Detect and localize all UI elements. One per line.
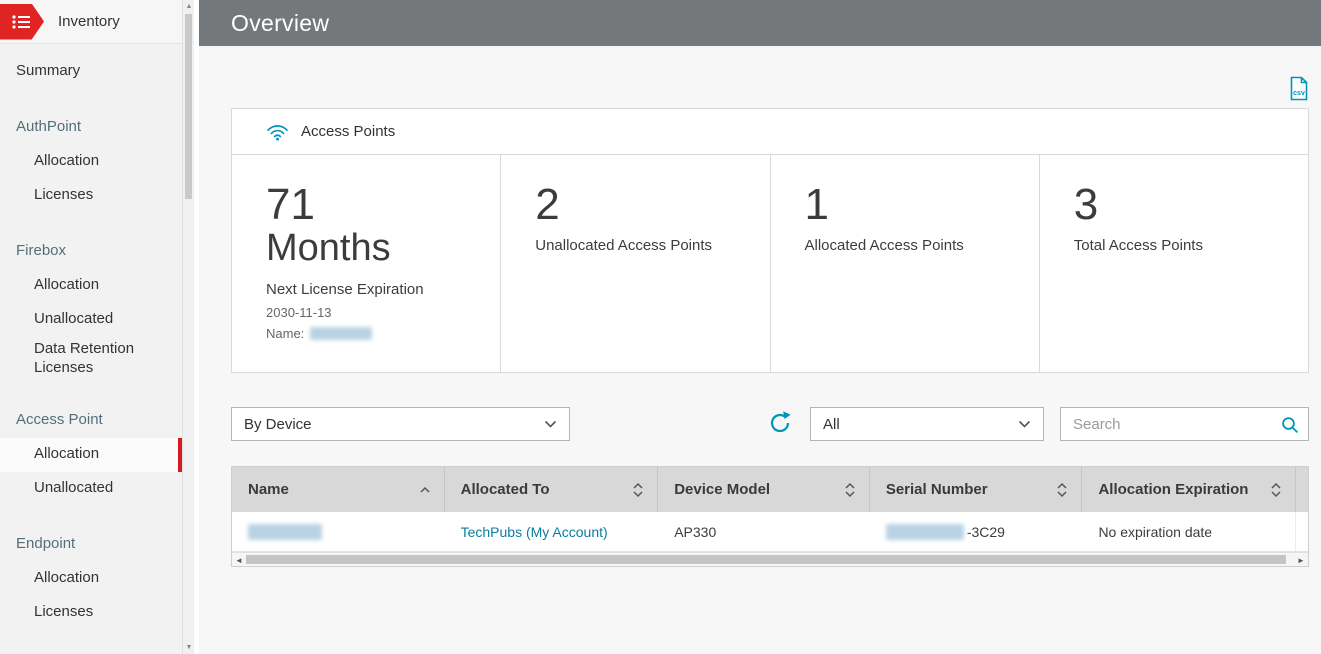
column-header-allocation-expiration[interactable]: Allocation Expiration [1082,467,1295,512]
serial-suffix: -3C29 [966,523,1005,540]
search-box [1060,407,1309,441]
sort-both-icon [844,482,856,498]
horizontal-scrollbar-thumb[interactable] [246,555,1286,564]
access-points-summary-card: Access Points 71 Months Next License Exp… [231,108,1309,373]
stat-name-label: Name: [266,325,305,341]
refresh-icon[interactable] [767,410,793,436]
group-by-dropdown[interactable]: By Device [231,407,570,441]
page-header: Overview [199,0,1321,46]
table-header: Name Allocated To Device Model Serial Nu… [232,467,1309,512]
sort-both-icon [1270,482,1282,498]
wifi-icon [266,123,289,141]
sidebar-nav: Summary AuthPoint Allocation Licenses Fi… [0,44,182,630]
stat-value: 71 [266,180,315,229]
sidebar-item-firebox-allocation[interactable]: Allocation [0,268,182,302]
cell-name [232,512,445,551]
column-header-serial-number[interactable]: Serial Number [870,467,1083,512]
sidebar-section-endpoint: Endpoint [16,535,76,553]
sort-both-icon [1056,482,1068,498]
stat-label: Allocated Access Points [804,237,964,254]
scroll-right-icon[interactable]: ► [1294,553,1308,567]
table-row: TechPubs (My Account) AP330 -3C29 No exp… [232,512,1308,552]
stat-label: Total Access Points [1073,237,1203,254]
allocated-to-link[interactable]: TechPubs (My Account) [461,524,608,540]
cell-device-model: AP330 [674,523,717,540]
sidebar-item-summary[interactable]: Summary [0,54,182,88]
sidebar-header: Inventory [0,0,182,44]
sidebar-item-data-retention-licenses[interactable]: Data Retention Licenses [0,336,182,382]
redacted-device-name [248,523,322,540]
cell-serial-number: -3C29 [870,512,1083,551]
svg-text:csv: csv [1293,90,1305,97]
column-header-allocated-to[interactable]: Allocated To [445,467,659,512]
table-row-filler [1295,512,1308,551]
filter-dropdown[interactable]: All [810,407,1044,441]
csv-export-icon[interactable]: csv [1289,76,1309,101]
stat-value: 2 [535,180,560,229]
sort-both-icon [632,482,644,498]
column-header-device-model[interactable]: Device Model [658,467,870,512]
access-points-table: Name Allocated To Device Model Serial Nu… [231,466,1309,567]
sidebar-item-firebox-unallocated[interactable]: Unallocated [0,302,182,336]
sidebar-item-access-point-unallocated[interactable]: Unallocated [0,472,182,506]
sidebar-title: Inventory [58,13,120,30]
sidebar-item-endpoint-licenses[interactable]: Licenses [0,596,182,630]
group-by-value: By Device [244,415,312,433]
inventory-logo-icon [0,3,44,40]
redacted-license-name [310,326,373,340]
stat-label: Next License Expiration [266,280,424,298]
filter-value: All [823,415,840,433]
sidebar-item-access-point-allocation[interactable]: Allocation [0,437,182,472]
table-horizontal-scrollbar[interactable]: ◄ ► [232,552,1308,566]
sidebar-item-endpoint-allocation[interactable]: Allocation [0,562,182,596]
sidebar-item-authpoint-allocation[interactable]: Allocation [0,144,182,178]
sidebar-section-access-point: Access Point [16,411,103,429]
cell-allocated-to: TechPubs (My Account) [445,512,659,551]
redacted-serial-prefix [885,523,964,540]
page-title: Overview [231,9,330,36]
main-content: csv Access Points 71 Months Next License… [199,46,1321,654]
stat-unallocated-access-points: 2 Unallocated Access Points [500,155,769,372]
card-header: Access Points [232,109,1308,155]
search-icon[interactable] [1281,416,1299,434]
sidebar-scrollbar[interactable]: ▲ ▼ [182,0,194,654]
sidebar-section-firebox: Firebox [16,241,67,259]
stat-unit: Months [266,227,391,269]
sidebar-scrollbar-thumb[interactable] [185,14,192,199]
scroll-up-icon[interactable]: ▲ [183,0,195,13]
scroll-down-icon[interactable]: ▼ [183,641,195,654]
stat-allocated-access-points: 1 Allocated Access Points [769,155,1039,372]
sidebar-section-authpoint: AuthPoint [16,117,82,135]
sidebar: Inventory Summary AuthPoint Allocation L… [0,0,194,654]
stat-total-access-points: 3 Total Access Points [1038,155,1308,372]
column-header-name[interactable]: Name [232,467,445,512]
cell-allocation-expiration: No expiration date [1098,523,1213,540]
stat-expiration-date: 2030-11-13 [266,304,332,320]
stat-value: 1 [804,180,829,229]
card-title: Access Points [301,123,396,140]
stat-next-license-expiration: 71 Months Next License Expiration 2030-1… [232,155,500,372]
chevron-down-icon [544,420,557,428]
table-header-filler [1295,467,1309,512]
sort-asc-icon [419,486,431,494]
stat-value: 3 [1073,180,1099,229]
scroll-left-icon[interactable]: ◄ [232,553,246,567]
sidebar-item-authpoint-licenses[interactable]: Licenses [0,178,182,212]
stat-label: Unallocated Access Points [535,237,713,254]
stats-row: 71 Months Next License Expiration 2030-1… [232,155,1308,372]
search-input[interactable] [1061,408,1308,440]
chevron-down-icon [1018,420,1031,428]
